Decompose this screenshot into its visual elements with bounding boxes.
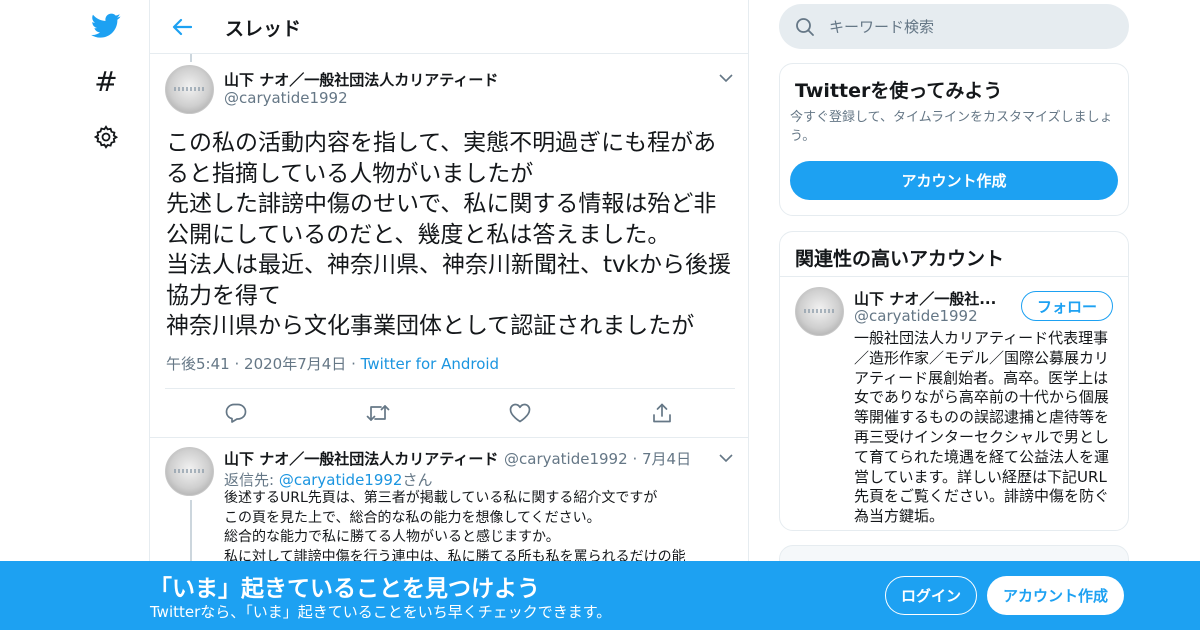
related-accounts-card: 関連性の高いアカウント 山下 ナオ／一般社... @caryatide1992 … [779,231,1129,531]
tweet-text-line: 当法人は最近、神奈川県、神奈川新聞社、tvkから後援 [166,252,731,278]
follow-button[interactable]: フォロー [1021,291,1113,321]
meta-separator: · [632,450,638,468]
tweet-text-line: 神奈川県から文化事業団体として認証されましたが [166,313,695,339]
page-title: スレッド [225,18,302,40]
reply-text-line: この頁を見た上で、総合的な私の能力を想像してください。 [224,509,601,526]
signup-card-subtitle: 今すぐ登録して、タイムラインをカスタマイズしましょ う。 [790,108,1125,146]
bio-line: 女でありながら高卒前の十代から個展 [854,388,1109,407]
tweet-text-line: ると指摘している人物がいましたが [166,160,534,187]
related-account-handle[interactable]: @caryatide1992 [854,307,978,325]
chevron-down-icon[interactable] [718,450,734,466]
subtitle-line: 今すぐ登録して、タイムラインをカスタマイズしましょ [790,110,1113,125]
tweet-time[interactable]: 午後5:41 [166,355,230,373]
hashtag-glyph: # [94,65,118,98]
subtitle-line: う。 [790,129,816,144]
divider [165,388,735,389]
reply-to-suffix: さん [402,471,433,489]
author-name[interactable]: 山下 ナオ／一般社団法人カリアティード [224,69,498,90]
bio-line: て育てられた境遇を経て公益法人を運 [854,447,1110,466]
meta-separator: · [351,355,356,373]
reply-text: 後述するURL先頁は、第三者が掲載している私に関する紹介文ですが この頁を見た上… [224,489,686,567]
reply-icon[interactable] [224,401,248,425]
reply-text-line: 総合的な能力で私に勝てる人物がいると感じますか。 [224,529,560,545]
bio-line: 先頁をご覧ください。誹謗中傷を防ぐ [854,487,1110,506]
signup-banner: 「いま」起きていることを見つけよう Twitterなら、「いま」起きていることを… [0,561,1200,630]
main-column: スレッド 山下 ナオ／一般社団法人カリアティード @caryatide1992 … [149,0,749,630]
tweet-meta: 午後5:41 · 2020年7月4日 · Twitter for Android [166,353,499,374]
tweet-date[interactable]: 7月4日 [642,450,691,468]
thread-connector [190,54,192,62]
chevron-down-icon[interactable] [718,70,734,86]
tweet-text-line: 先述した誹謗中傷のせいで、私に関する情報は殆ど非 [166,191,717,217]
share-icon[interactable] [650,401,674,425]
tweet-text-line: この私の活動内容を指して、実態不明過ぎにも程があ [166,130,717,156]
signup-card: Twitterを使ってみよう 今すぐ登録して、タイムラインをカスタマイズしましょ… [779,63,1129,216]
reply-to-line: 返信先: @caryatide1992さん [224,469,433,490]
bio-line: 営しています。詳しい経歴は下記URL [854,467,1107,486]
related-card-title: 関連性の高いアカウント [795,248,1005,270]
twitter-bird-icon[interactable] [88,8,124,44]
login-button[interactable]: ログイン [885,576,977,615]
avatar[interactable] [165,447,214,496]
author-handle[interactable]: @caryatide1992 [224,89,348,107]
banner-subtitle: Twitterなら、「いま」起きていることをいち早くチェックできます。 [150,603,612,621]
divider [780,276,1128,277]
tweet-text-line: 公開にしているのだと、幾度と私は答えました。 [166,221,671,248]
signup-card-title: Twitterを使ってみよう [795,80,1003,102]
bio-line: 等開催するものの誤認逮捕と虐待等を [854,408,1110,427]
page-header: スレッド [150,0,748,54]
bio-line: 再三受けインターセクシャルで男とし [854,427,1110,446]
author-handle[interactable]: @caryatide1992 [504,450,628,468]
search-icon [795,17,815,37]
hashtag-icon[interactable]: # [88,64,124,100]
bio-line: 為当方鍵垢。 [854,507,945,526]
banner-title: 「いま」起きていることを見つけよう [149,576,540,602]
search-box[interactable] [779,4,1129,49]
tweet-text-line: 協力を得て [166,282,281,309]
tweet-date[interactable]: 2020年7月4日 [244,355,346,373]
avatar[interactable] [165,65,214,114]
reply-text-line: 後述するURL先頁は、第三者が掲載している私に関する紹介文ですが [224,490,658,506]
arrow-left-icon[interactable] [168,13,196,41]
left-nav: # [80,0,132,630]
gear-icon[interactable] [88,119,124,155]
meta-separator: · [234,355,240,373]
related-account-bio: 一般社団法人カリアティード代表理事 ／造形作家／モデル／国際公募展カリ アティー… [854,329,1119,527]
reply-handle-date: @caryatide1992 · 7月4日 [504,448,691,469]
like-icon[interactable] [508,401,532,425]
avatar[interactable] [795,287,844,336]
create-account-button[interactable]: アカウント作成 [790,161,1118,200]
author-name[interactable]: 山下 ナオ／一般社団法人カリアティード [224,448,498,469]
tweet-source-link[interactable]: Twitter for Android [361,355,499,373]
retweet-icon[interactable] [366,401,390,425]
search-input[interactable] [829,14,1109,39]
bio-line: ／造形作家／モデル／国際公募展カリ [854,348,1110,367]
reply-mention-link[interactable]: @caryatide1992 [279,471,403,489]
tweet-text: この私の活動内容を指して、実態不明過ぎにも程があ ると指摘している人物がいました… [166,128,736,342]
bio-line: アティード展創始者。高卒。医学上は [854,368,1109,387]
create-account-button[interactable]: アカウント作成 [987,576,1124,615]
bio-line: 一般社団法人カリアティード代表理事 [854,329,1109,347]
reply-to-label: 返信先: [224,471,279,489]
related-account-name[interactable]: 山下 ナオ／一般社... [854,288,996,309]
